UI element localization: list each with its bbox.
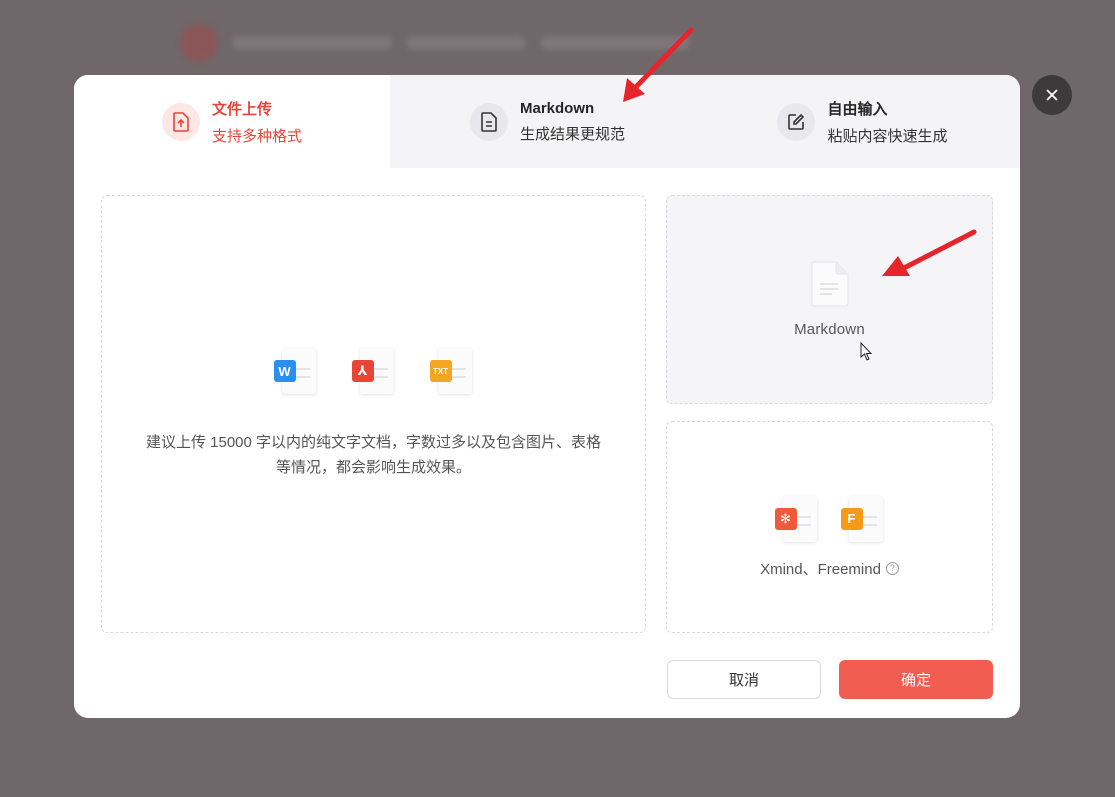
edit-icon	[777, 102, 816, 141]
upload-hint-line: 等情况，都会影响生成效果。	[275, 459, 471, 476]
upload-hint-line: 建议上传 15000 字以内的纯文字文档，字数过多以及包含图片、表格	[145, 434, 602, 451]
tab-subtitle: 粘贴内容快速生成	[827, 127, 948, 145]
tab-file-upload[interactable]: 文件上传 支持多种格式	[74, 75, 390, 168]
tab-subtitle: 支持多种格式	[211, 127, 302, 145]
file-upload-dropzone[interactable]: W ⅄ TXT 建议上传 15000 字以内的纯文字文档，字数过多以及包含图片、…	[101, 195, 646, 633]
confirm-button[interactable]: 确定	[839, 660, 993, 699]
upload-hint: 建议上传 15000 字以内的纯文字文档，字数过多以及包含图片、表格 等情况，都…	[134, 430, 614, 480]
pdf-file-icon: ⅄	[351, 348, 396, 396]
supported-file-types: W ⅄ TXT	[273, 348, 474, 396]
freemind-file-icon: F	[840, 495, 885, 544]
mindmap-card-label: Xmind、Freemind	[760, 560, 881, 578]
import-dialog: 文件上传 支持多种格式 Markdown 生成结果更规范 自由输入 粘贴内容快速…	[74, 75, 1020, 718]
close-dialog-button[interactable]	[1032, 75, 1072, 115]
tab-subtitle: 生成结果更规范	[519, 125, 625, 143]
document-icon	[469, 102, 508, 141]
markdown-file-icon	[811, 261, 848, 307]
tab-title: 自由输入	[827, 100, 888, 118]
cancel-button[interactable]: 取消	[667, 660, 821, 699]
import-tabs: 文件上传 支持多种格式 Markdown 生成结果更规范 自由输入 粘贴内容快速…	[74, 75, 1020, 168]
xmind-file-icon: ✻	[774, 495, 819, 544]
help-icon[interactable]: ?	[885, 561, 899, 575]
background-page-header	[180, 20, 710, 66]
word-file-icon: W	[273, 348, 318, 396]
close-icon	[1046, 89, 1058, 101]
markdown-upload-card[interactable]: Markdown	[666, 195, 993, 404]
tab-free-input[interactable]: 自由输入 粘贴内容快速生成	[705, 75, 1020, 168]
mindmap-upload-card[interactable]: ✻ F Xmind、Freemind ?	[666, 421, 993, 633]
markdown-card-label: Markdown	[794, 321, 865, 338]
txt-file-icon: TXT	[429, 348, 474, 396]
tab-markdown[interactable]: Markdown 生成结果更规范	[390, 75, 705, 168]
upload-file-icon	[161, 102, 200, 141]
tab-title: 文件上传	[211, 100, 272, 118]
tab-title: Markdown	[519, 99, 595, 117]
